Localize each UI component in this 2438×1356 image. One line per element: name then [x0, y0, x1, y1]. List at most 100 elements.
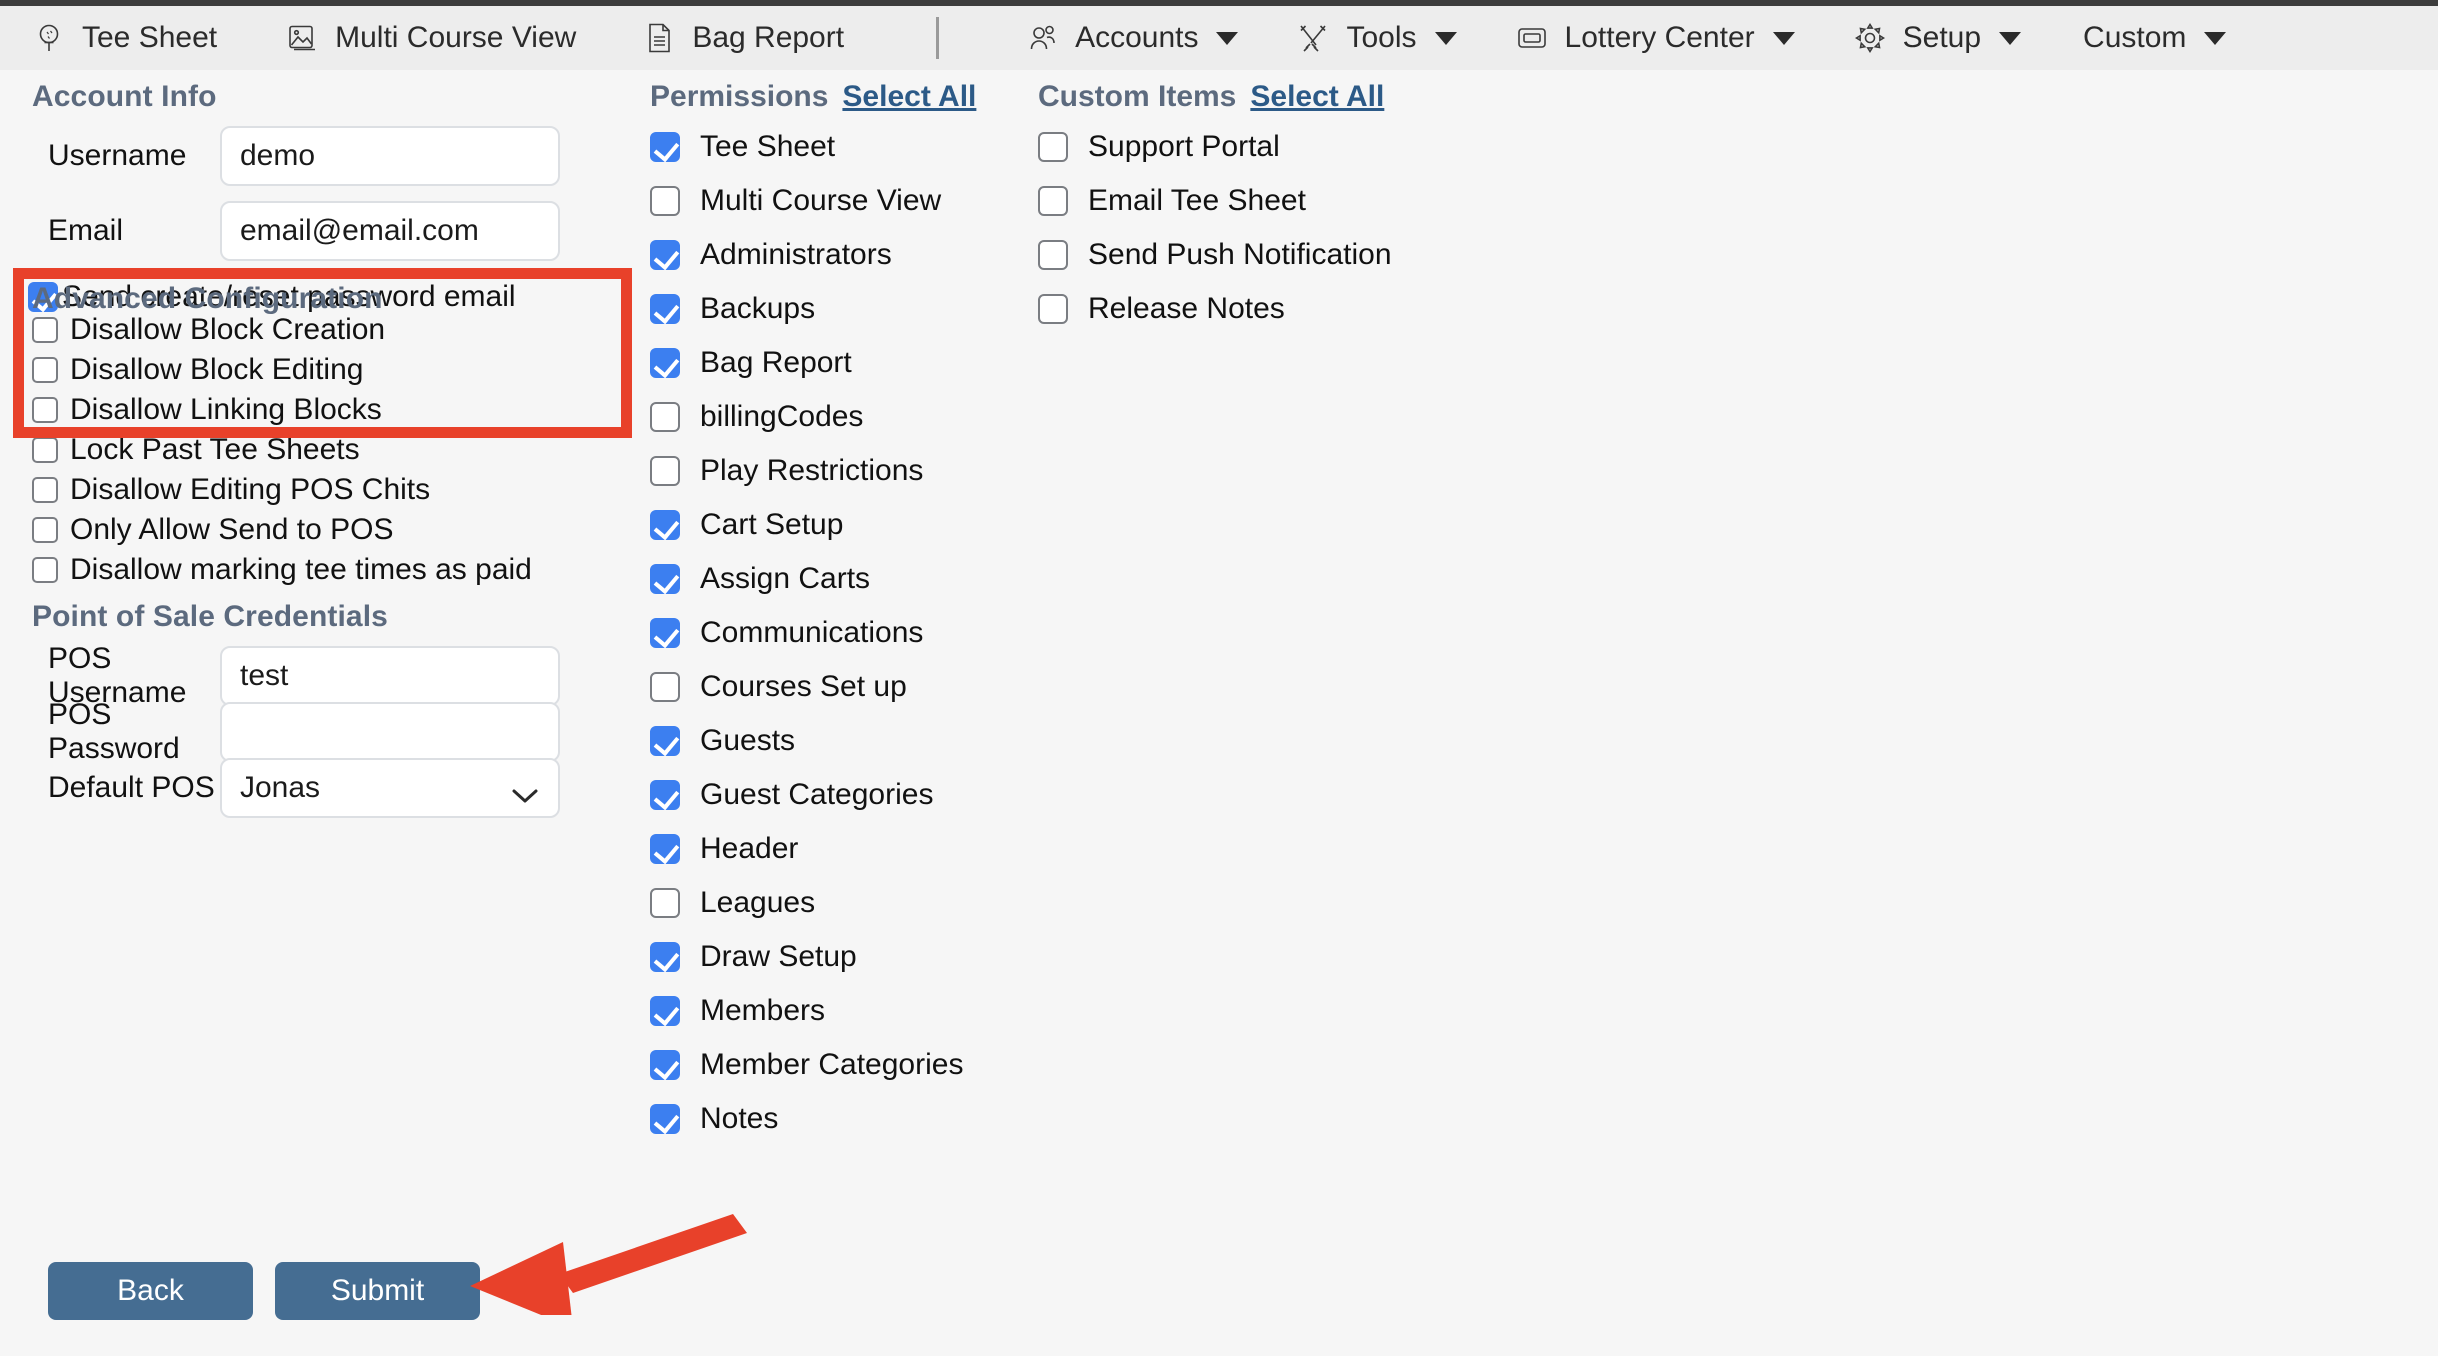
permission-cart-setup-checkbox[interactable]: [650, 510, 680, 540]
permission-item[interactable]: Cart Setup: [650, 498, 963, 552]
chevron-down-icon[interactable]: [1772, 31, 1795, 45]
username-row: Username: [0, 125, 560, 187]
custom-item[interactable]: Send Push Notification: [1038, 228, 1392, 282]
default-pos-label: Default POS: [48, 771, 215, 804]
permission-item[interactable]: Draw Setup: [650, 930, 963, 984]
nav-label: Multi Course View: [335, 21, 577, 54]
advanced-config-item[interactable]: Lock Past Tee Sheets: [32, 430, 532, 470]
custom-item-release-notes-checkbox[interactable]: [1038, 294, 1068, 324]
permission-item[interactable]: Tee Sheet: [650, 120, 963, 174]
nav-item-accounts[interactable]: Accounts: [1025, 6, 1239, 70]
nav-item-tools[interactable]: Tools: [1296, 6, 1457, 70]
chevron-down-icon[interactable]: [1434, 31, 1457, 45]
permission-leagues-checkbox[interactable]: [650, 888, 680, 918]
permission-item[interactable]: billingCodes: [650, 390, 963, 444]
permission-item[interactable]: Members: [650, 984, 963, 1038]
nav-label: Lottery Center: [1564, 21, 1755, 54]
username-input[interactable]: [220, 126, 560, 186]
chevron-down-icon[interactable]: [1999, 31, 2022, 45]
custom-item[interactable]: Release Notes: [1038, 282, 1392, 336]
pos-credentials-title: Point of Sale Credentials: [32, 600, 388, 633]
custom-item[interactable]: Email Tee Sheet: [1038, 174, 1392, 228]
only-allow-send-to-pos-checkbox[interactable]: [32, 517, 58, 543]
disallow-editing-pos-chits-checkbox[interactable]: [32, 477, 58, 503]
disallow-block-editing-checkbox[interactable]: [32, 357, 58, 383]
permission-item[interactable]: Administrators: [650, 228, 963, 282]
advanced-config-item[interactable]: Disallow Block Creation: [32, 310, 532, 350]
permission-multi-course-view-checkbox[interactable]: [650, 186, 680, 216]
permission-draw-setup-checkbox[interactable]: [650, 942, 680, 972]
custom-item-send-push-notification-checkbox[interactable]: [1038, 240, 1068, 270]
custom-item-label: Support Portal: [1088, 130, 1280, 163]
permission-play-restrictions-checkbox[interactable]: [650, 456, 680, 486]
custom-items-title: Custom Items: [1038, 80, 1237, 113]
permission-members-checkbox[interactable]: [650, 996, 680, 1026]
permission-item[interactable]: Communications: [650, 606, 963, 660]
pos-password-input[interactable]: [220, 702, 560, 762]
custom-item-label: Email Tee Sheet: [1088, 184, 1306, 217]
permission-item[interactable]: Notes: [650, 1092, 963, 1146]
nav-label: Tools: [1346, 21, 1417, 54]
custom-item-support-portal-checkbox[interactable]: [1038, 132, 1068, 162]
advanced-config-label: Only Allow Send to POS: [70, 513, 394, 546]
default-pos-row: Default POS Jonas: [0, 757, 560, 819]
submit-button[interactable]: Submit: [275, 1262, 480, 1320]
nav-item-tee-sheet[interactable]: Tee Sheet: [32, 6, 217, 70]
nav-item-lottery-center[interactable]: Lottery Center: [1515, 6, 1795, 70]
permission-guests-checkbox[interactable]: [650, 726, 680, 756]
nav-item-bag-report[interactable]: Bag Report: [642, 6, 844, 70]
disallow-marking-tee-times-as-paid-checkbox[interactable]: [32, 557, 58, 583]
username-label: Username: [48, 139, 187, 172]
permission-courses-set-up-checkbox[interactable]: [650, 672, 680, 702]
back-button[interactable]: Back: [48, 1262, 253, 1320]
advanced-config-item[interactable]: Disallow Block Editing: [32, 350, 532, 390]
permission-item[interactable]: Guest Categories: [650, 768, 963, 822]
nav-item-custom[interactable]: Custom: [2083, 6, 2227, 70]
permission-item[interactable]: Courses Set up: [650, 660, 963, 714]
email-input[interactable]: [220, 201, 560, 261]
pos-username-input[interactable]: [220, 646, 560, 706]
default-pos-select[interactable]: Jonas: [220, 758, 560, 818]
email-label: Email: [48, 214, 124, 247]
custom-item-label: Release Notes: [1088, 292, 1285, 325]
lock-past-tee-sheets-checkbox[interactable]: [32, 437, 58, 463]
permission-billingcodes-checkbox[interactable]: [650, 402, 680, 432]
tools-icon: [1296, 21, 1330, 55]
nav-item-setup[interactable]: Setup: [1853, 6, 2022, 70]
permission-item[interactable]: Member Categories: [650, 1038, 963, 1092]
permission-backups-checkbox[interactable]: [650, 294, 680, 324]
nav-item-multi-course-view[interactable]: Multi Course View: [285, 6, 576, 70]
permission-item[interactable]: Guests: [650, 714, 963, 768]
permission-item[interactable]: Backups: [650, 282, 963, 336]
permission-header-checkbox[interactable]: [650, 834, 680, 864]
permission-item[interactable]: Assign Carts: [650, 552, 963, 606]
advanced-config-item[interactable]: Disallow Editing POS Chits: [32, 470, 532, 510]
permission-communications-checkbox[interactable]: [650, 618, 680, 648]
permission-assign-carts-checkbox[interactable]: [650, 564, 680, 594]
permission-item[interactable]: Bag Report: [650, 336, 963, 390]
permission-item[interactable]: Play Restrictions: [650, 444, 963, 498]
custom-item[interactable]: Support Portal: [1038, 120, 1392, 174]
permission-bag-report-checkbox[interactable]: [650, 348, 680, 378]
chevron-down-icon[interactable]: [2204, 31, 2227, 45]
permission-guest-categories-checkbox[interactable]: [650, 780, 680, 810]
custom-items-select-all-link[interactable]: Select All: [1250, 80, 1384, 114]
permission-item[interactable]: Multi Course View: [650, 174, 963, 228]
advanced-config-item[interactable]: Only Allow Send to POS: [32, 510, 532, 550]
chevron-down-icon[interactable]: [1216, 31, 1239, 45]
custom-item-email-tee-sheet-checkbox[interactable]: [1038, 186, 1068, 216]
permission-administrators-checkbox[interactable]: [650, 240, 680, 270]
permissions-list: Tee Sheet Multi Course View Administrato…: [650, 120, 963, 1146]
disallow-linking-blocks-checkbox[interactable]: [32, 397, 58, 423]
disallow-block-creation-checkbox[interactable]: [32, 317, 58, 343]
permission-item[interactable]: Leagues: [650, 876, 963, 930]
permissions-select-all-link[interactable]: Select All: [842, 80, 976, 114]
permission-notes-checkbox[interactable]: [650, 1104, 680, 1134]
permission-label: Cart Setup: [700, 508, 844, 541]
advanced-config-item[interactable]: Disallow Linking Blocks: [32, 390, 532, 430]
ticket-icon: [1515, 21, 1549, 55]
permission-tee-sheet-checkbox[interactable]: [650, 132, 680, 162]
permission-item[interactable]: Header: [650, 822, 963, 876]
advanced-config-item[interactable]: Disallow marking tee times as paid: [32, 550, 532, 590]
permission-member-categories-checkbox[interactable]: [650, 1050, 680, 1080]
